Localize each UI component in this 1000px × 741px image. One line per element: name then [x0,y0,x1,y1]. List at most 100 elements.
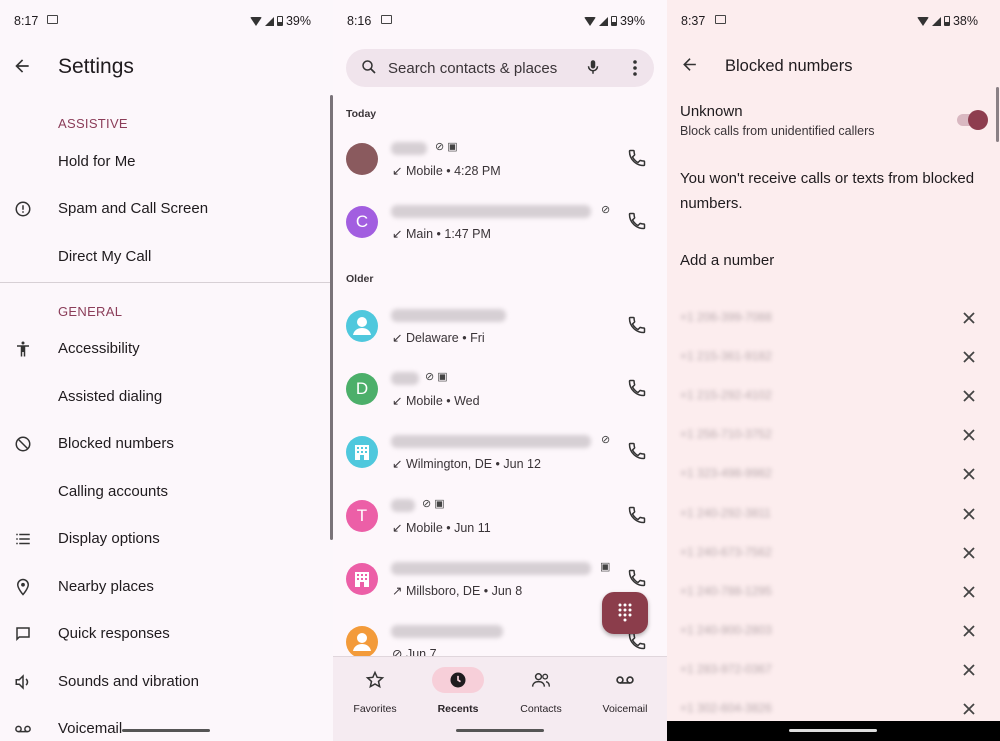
call-row[interactable]: ⊘ ▣ ↙ Mobile • 4:28 PM [333,130,667,192]
people-icon [531,670,551,690]
blocked-number-row: +1 240-900-2803 [667,612,1000,651]
status-bar: 8:17 39% [0,0,333,40]
volume-icon [13,673,33,693]
list-icon [13,530,33,550]
avatar: D [346,373,378,405]
contact-name-blurred [391,625,503,638]
phone-icon[interactable] [627,441,649,463]
phone-icon[interactable] [627,315,649,337]
unblock-close-icon[interactable] [961,662,977,678]
battery-icon [610,16,617,26]
home-indicator[interactable] [456,729,544,732]
screen-cast-icon [381,15,392,24]
call-detail-text: Main • 1:47 PM [405,227,491,241]
call-row[interactable]: ↙ Delaware • Fri [333,297,667,359]
page-title: Settings [58,55,134,78]
call-detail: ↙ Mobile • Wed [392,393,480,408]
blocked-number: +1 240-673-7562 [680,544,772,559]
signal-icon [264,16,274,26]
setting-nearby-places[interactable]: Nearby places [0,568,333,608]
verified-icon: ⊘ [601,204,611,216]
unblock-close-icon[interactable] [961,388,977,404]
blocked-number: +1 240-788-1295 [680,583,772,598]
blocked-number-row: +1 323-498-9982 [667,455,1000,494]
system-nav-bar [667,721,1000,741]
nav-contacts[interactable]: Contacts [506,667,576,717]
setting-assisted-dialing[interactable]: Assisted dialing [0,378,333,418]
phone-icon[interactable] [627,568,649,590]
dialpad-icon [618,603,632,628]
setting-label: Quick responses [58,625,170,642]
blocked-number-row: +1 256-710-3752 [667,416,1000,455]
phone-icon[interactable] [627,505,649,527]
blocked-number: +1 240-292-3811 [680,505,771,520]
setting-direct-my-call[interactable]: Direct My Call [0,238,333,278]
signal-icon [598,16,608,26]
microphone-icon[interactable] [584,58,602,76]
unblock-close-icon[interactable] [961,701,977,717]
call-row[interactable]: D ⊘ ▣ ↙ Mobile • Wed [333,360,667,422]
scrollbar[interactable] [996,87,999,142]
setting-hold-for-me[interactable]: Hold for Me [0,143,333,183]
dialpad-button[interactable] [602,592,648,634]
unknown-callers-toggle[interactable] [957,110,988,130]
home-indicator[interactable] [122,729,210,732]
call-detail-text: Millsboro, DE • Jun 8 [405,584,523,598]
call-row[interactable]: ⊘ ↙ Wilmington, DE • Jun 12 [333,423,667,485]
incoming-arrow-icon: ↙ [392,457,406,471]
home-indicator[interactable] [789,729,877,732]
setting-label: Spam and Call Screen [58,200,209,217]
blocked-number: +1 215-292-4102 [680,388,772,403]
unblock-close-icon[interactable] [961,310,977,326]
call-detail-text: Mobile • Wed [405,394,480,408]
blocked-info-text: You won't receive calls or texts from bl… [680,170,975,212]
call-detail: ↙ Mobile • 4:28 PM [392,163,501,178]
phone-icon[interactable] [627,211,649,233]
setting-display-options[interactable]: Display options [0,520,333,560]
setting-blocked-numbers[interactable]: Blocked numbers [0,425,333,465]
unblock-close-icon[interactable] [961,506,977,522]
call-detail: ↗ Millsboro, DE • Jun 8 [392,583,522,598]
verified-icon: ⊘ ▣ [435,141,458,153]
call-row[interactable]: C ⊘ ↙ Main • 1:47 PM [333,193,667,255]
status-time: 8:16 [347,14,372,28]
blocked-number: +1 215-361-9182 [680,349,772,364]
status-bar: 8:16 39% [333,0,667,40]
unblock-close-icon[interactable] [961,427,977,443]
section-header-assistive: ASSISTIVE [58,116,128,131]
blocked-number: +1 283-972-0367 [680,661,772,676]
blocked-number: +1 240-900-2803 [680,622,772,637]
add-number-button[interactable]: Add a number [680,252,774,269]
signal-icon [931,16,941,26]
nav-favorites[interactable]: Favorites [340,667,410,717]
phone-icon[interactable] [627,631,649,653]
message-icon [13,625,33,645]
setting-label: Nearby places [58,578,154,595]
blocked-number-row: +1 215-292-4102 [667,377,1000,416]
unblock-close-icon[interactable] [961,623,977,639]
call-row[interactable]: T ⊘ ▣ ↙ Mobile • Jun 11 [333,487,667,549]
more-vert-icon[interactable] [632,58,638,78]
incoming-arrow-icon: ↙ [392,227,406,241]
unblock-close-icon[interactable] [961,466,977,482]
phone-icon[interactable] [627,148,649,170]
nav-recents[interactable]: Recents [423,667,493,717]
battery-percent: 38% [952,14,978,28]
setting-calling-accounts[interactable]: Calling accounts [0,473,333,513]
search-bar[interactable]: Search contacts & places [346,49,654,87]
back-arrow-icon[interactable] [12,56,32,82]
unblock-close-icon[interactable] [961,584,977,600]
blocked-number: +1 206-399-7088 [680,310,772,324]
phone-icon[interactable] [627,378,649,400]
nav-voicemail[interactable]: Voicemail [590,667,660,717]
unblock-close-icon[interactable] [961,349,977,365]
back-arrow-icon[interactable] [680,55,699,80]
setting-spam-and-call-screen[interactable]: Spam and Call Screen [0,190,333,230]
setting-voicemail[interactable]: Voicemail [0,710,333,741]
setting-quick-responses[interactable]: Quick responses [0,615,333,655]
setting-sounds-and-vibration[interactable]: Sounds and vibration [0,663,333,703]
unblock-close-icon[interactable] [961,545,977,561]
hd-icon: ▣ [600,561,611,573]
verified-icon: ⊘ ▣ [422,498,445,510]
setting-accessibility[interactable]: Accessibility [0,330,333,370]
